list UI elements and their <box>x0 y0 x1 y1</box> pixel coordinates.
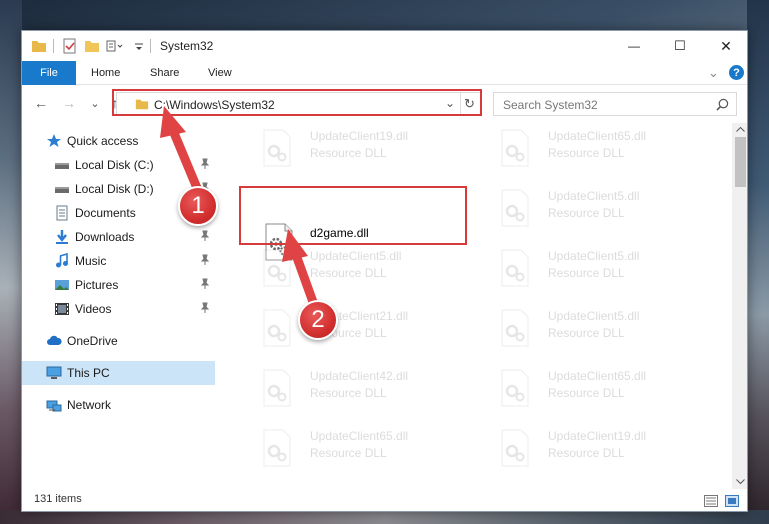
item-count: 131 items <box>34 493 82 505</box>
desktop-background-right <box>747 0 769 524</box>
tab-view[interactable]: View <box>208 61 232 85</box>
toolbar-separator <box>150 39 151 53</box>
videos-icon <box>55 303 69 315</box>
file-tile[interactable]: UpdateClient19.dll Resource DLL <box>476 425 706 473</box>
scrollbar-thumb[interactable] <box>735 137 746 187</box>
sidebar-item-videos[interactable]: Videos <box>22 297 215 321</box>
music-icon <box>56 253 68 268</box>
pin-icon[interactable] <box>199 254 211 266</box>
desktop-background-left <box>0 0 22 524</box>
pin-icon[interactable] <box>199 158 211 170</box>
file-tile[interactable]: UpdateClient21.dll Resource DLL <box>238 305 468 353</box>
dll-file-icon <box>501 369 529 407</box>
recent-locations-button[interactable]: ⌄ <box>85 93 105 113</box>
dll-file-icon <box>263 249 291 287</box>
file-tile[interactable]: UpdateClient42.dll Resource DLL <box>238 365 468 413</box>
pin-icon[interactable] <box>199 302 211 314</box>
details-view-icon[interactable] <box>704 495 718 507</box>
address-bar-highlight <box>112 89 482 116</box>
dll-file-icon <box>501 429 529 467</box>
star-icon <box>47 134 61 147</box>
file-tile[interactable]: UpdateClient5.dll Resource DLL <box>238 245 468 293</box>
file-tile[interactable]: UpdateClient19.dll Resource DLL <box>238 125 468 173</box>
file-tile[interactable]: UpdateClient5.dll Resource DLL <box>476 185 706 233</box>
sidebar-item-this-pc[interactable]: This PC <box>22 361 215 385</box>
step-badge-2: 2 <box>298 300 338 340</box>
computer-icon <box>46 366 62 379</box>
drive-icon <box>55 187 69 193</box>
file-tile[interactable]: UpdateClient5.dll Resource DLL <box>476 245 706 293</box>
dll-file-icon <box>263 129 291 167</box>
dll-file-icon <box>501 129 529 167</box>
documents-icon <box>56 205 68 221</box>
dll-file-icon <box>501 309 529 347</box>
forward-button[interactable]: → <box>59 93 79 113</box>
dll-file-icon <box>263 429 291 467</box>
toolbar-separator <box>53 39 54 53</box>
pin-icon[interactable] <box>199 278 211 290</box>
sidebar-item-pictures[interactable]: Pictures <box>22 273 215 297</box>
title-bar: System32 — ☐ ✕ <box>22 31 747 61</box>
back-button[interactable]: ← <box>31 93 51 113</box>
scroll-up-icon[interactable] <box>736 126 745 132</box>
dll-file-icon <box>501 249 529 287</box>
pictures-icon <box>55 280 69 290</box>
close-button[interactable]: ✕ <box>703 31 747 61</box>
folder-icon <box>32 41 46 52</box>
file-tile[interactable]: UpdateClient65.dll Resource DLL <box>238 425 468 473</box>
dll-file-icon <box>501 189 529 227</box>
download-icon <box>56 230 68 244</box>
search-input[interactable]: Search System32 <box>493 92 737 116</box>
dll-file-icon <box>263 369 291 407</box>
vertical-scrollbar[interactable] <box>732 123 747 489</box>
help-button[interactable]: ? <box>729 65 744 80</box>
maximize-button[interactable]: ☐ <box>657 31 703 61</box>
file-list: UpdateClient19.dll Resource DLL d2game.d… <box>218 123 732 489</box>
navigation-pane: Quick access Local Disk (C:) Local Disk … <box>22 123 215 489</box>
cloud-icon <box>47 335 62 345</box>
dll-file-icon <box>263 309 291 347</box>
scroll-down-icon[interactable] <box>736 479 745 485</box>
step-badge-1: 1 <box>178 186 218 226</box>
sidebar-item-quick-access[interactable]: Quick access <box>22 129 215 153</box>
file-tile[interactable]: UpdateClient65.dll Resource DLL <box>476 365 706 413</box>
drive-icon <box>55 163 69 169</box>
desktop-background-bottom <box>0 510 769 524</box>
large-icons-view-icon[interactable] <box>725 495 739 507</box>
sidebar-item-music[interactable]: Music <box>22 249 215 273</box>
sidebar-item-local-disk-c[interactable]: Local Disk (C:) <box>22 153 215 177</box>
customize-toolbar-icon[interactable] <box>106 38 124 54</box>
ribbon-collapse-button[interactable]: ⌄ <box>708 61 719 85</box>
search-placeholder: Search System32 <box>503 98 598 112</box>
tab-share[interactable]: Share <box>150 61 179 85</box>
file-tile[interactable]: UpdateClient5.dll Resource DLL <box>476 305 706 353</box>
minimize-button[interactable]: — <box>611 31 657 61</box>
file-highlight <box>239 186 467 245</box>
properties-icon[interactable] <box>62 38 78 54</box>
tab-home[interactable]: Home <box>91 61 120 85</box>
quick-access-dropdown-icon[interactable] <box>134 38 144 54</box>
window-title: System32 <box>160 39 214 53</box>
network-icon <box>46 400 62 412</box>
status-bar: 131 items <box>22 489 747 511</box>
ribbon: File Home Share View ⌄ ? <box>22 61 747 85</box>
search-icon[interactable] <box>716 98 729 111</box>
tab-file[interactable]: File <box>22 61 76 85</box>
new-folder-icon[interactable] <box>84 38 100 54</box>
sidebar-item-network[interactable]: Network <box>22 393 215 417</box>
file-tile[interactable]: UpdateClient65.dll Resource DLL <box>476 125 706 173</box>
sidebar-item-downloads[interactable]: Downloads <box>22 225 215 249</box>
sidebar-item-onedrive[interactable]: OneDrive <box>22 329 215 353</box>
pin-icon[interactable] <box>199 230 211 242</box>
